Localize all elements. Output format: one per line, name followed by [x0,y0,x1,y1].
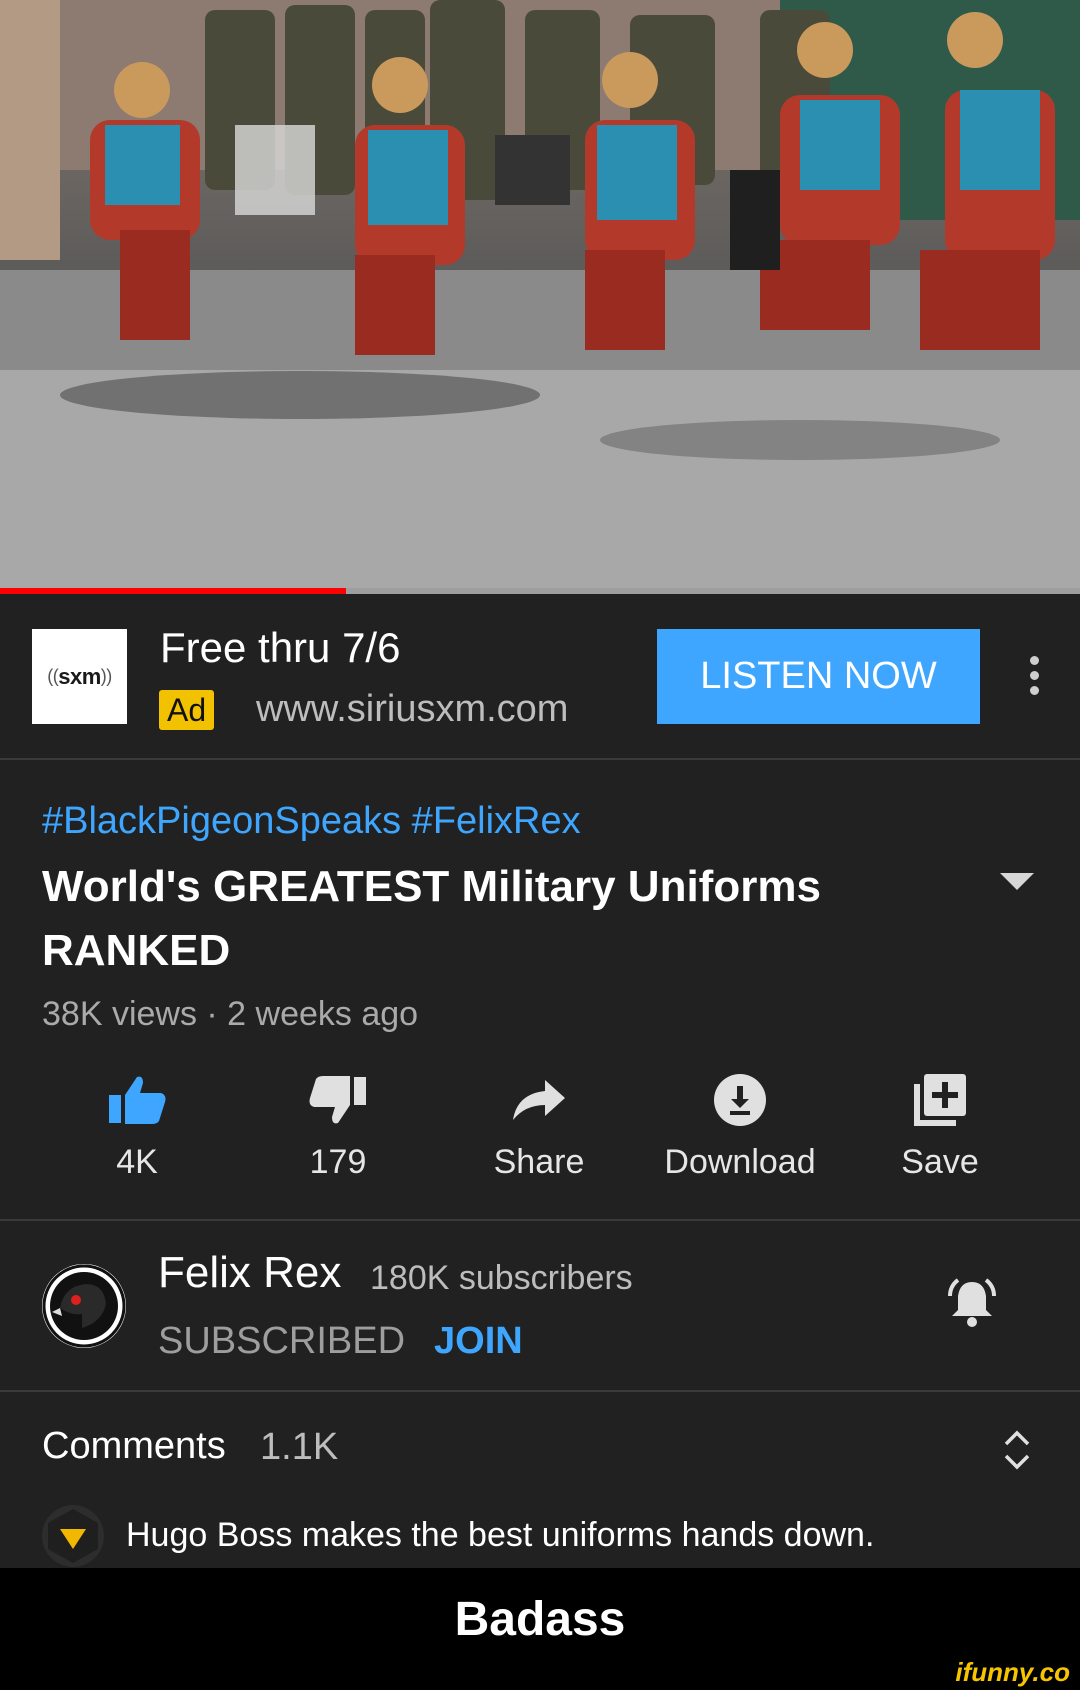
thumbs-down-icon [238,1065,438,1135]
notification-bell-icon[interactable] [944,1276,1000,1337]
divider [0,1219,1080,1221]
dislike-count: 179 [309,1143,367,1181]
like-count: 4K [116,1143,158,1181]
video-title[interactable]: World's GREATEST Military Uniforms RANKE… [42,855,922,983]
unfold-icon[interactable] [1002,1428,1032,1477]
sxm-logo: ((sxm)) [32,629,127,724]
dislike-button[interactable]: 179 [238,1065,438,1182]
ad-badge: Ad [159,690,215,730]
subscribed-button[interactable]: SUBSCRIBED [158,1320,405,1363]
comments-count: 1.1K [260,1426,339,1468]
channel-avatar[interactable] [42,1264,126,1348]
listen-now-button[interactable]: LISTEN NOW [657,629,980,724]
commenter-avatar[interactable] [42,1505,104,1567]
divider [0,1390,1080,1392]
ad-banner[interactable]: ((sxm)) Free thru 7/6 Ad www.siriusxm.co… [0,594,1080,760]
download-label: Download [664,1143,816,1181]
view-count-and-date: 38K views · 2 weeks ago [42,995,419,1033]
hashtags[interactable]: #BlackPigeonSpeaks #FelixRex [42,800,581,843]
meme-caption: Badass [454,1593,626,1646]
ad-title: Free thru 7/6 [160,624,401,671]
save-label: Save [901,1143,979,1181]
channel-name[interactable]: Felix Rex [158,1248,341,1298]
parrot-logo-icon [42,1264,126,1348]
top-comment-text: Hugo Boss makes the best uniforms hands … [126,1516,875,1554]
caption-bar: Badass ifunny.co [0,1568,1080,1690]
download-button[interactable]: Download [640,1065,840,1182]
ad-url[interactable]: www.siriusxm.com [256,688,568,731]
like-button[interactable]: 4K [37,1065,237,1182]
ifunny-watermark: ifunny.co [955,1657,1070,1687]
comments-header[interactable]: Comments [42,1425,226,1468]
share-label: Share [493,1143,585,1181]
join-button[interactable]: JOIN [434,1320,523,1363]
share-icon [439,1065,639,1135]
video-player[interactable] [0,0,1080,594]
subscriber-count: 180K subscribers [370,1259,633,1297]
download-icon [640,1065,840,1135]
action-bar: 4K 179 Share Download Save [0,1065,1080,1195]
expand-description-icon[interactable] [1000,873,1034,890]
share-button[interactable]: Share [439,1065,639,1182]
playlist-add-icon [840,1065,1040,1135]
more-vert-icon[interactable] [1030,656,1042,701]
thumbs-up-icon [37,1065,237,1135]
video-frame [0,0,1080,588]
save-button[interactable]: Save [840,1065,1040,1182]
